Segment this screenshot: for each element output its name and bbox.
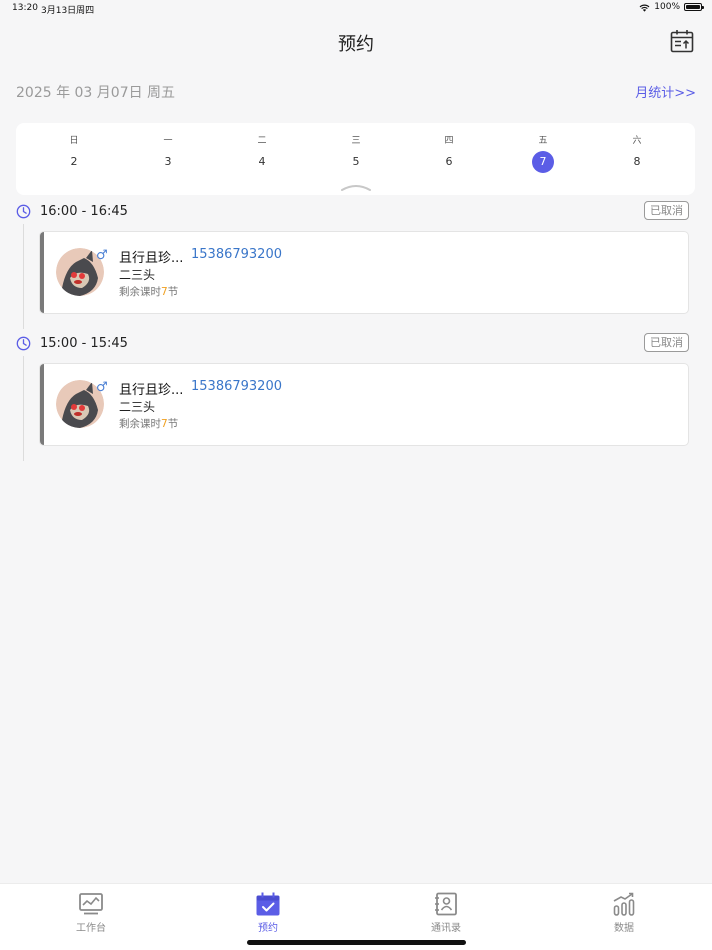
student-name: 且行且珍...: [119, 383, 184, 398]
weekday-label: 六: [632, 136, 642, 146]
remaining-lessons: 剩余课时7节: [119, 284, 178, 299]
tab-label: 数据: [614, 923, 634, 934]
time-row: 16:00 - 16:45 已取消: [16, 200, 696, 224]
remaining-count: 7: [161, 418, 168, 430]
tab-label: 通讯录: [431, 923, 461, 934]
clock-icon: [16, 204, 31, 219]
contacts-icon: [435, 892, 457, 916]
appointment-group: 15:00 - 15:45 已取消 ♂ 且行且珍... 15386793200 …: [16, 332, 696, 462]
male-icon: ♂: [96, 380, 108, 395]
course-name: 二三头: [119, 400, 156, 414]
time-range: 15:00 - 15:45: [40, 336, 128, 351]
weekday-label: 五: [538, 136, 548, 146]
timeline-line: [23, 224, 24, 329]
page-title: 预约: [338, 34, 374, 55]
timeline-line: [23, 356, 24, 461]
expand-calendar-handle[interactable]: [341, 183, 371, 191]
remaining-suffix: 节: [167, 418, 179, 430]
remaining-suffix: 节: [167, 286, 179, 298]
selected-date: 2025 年 03 月07日 周五: [16, 85, 176, 101]
day-number: 6: [445, 155, 453, 168]
status-badge: 已取消: [644, 333, 689, 352]
weekday-label: 三: [351, 136, 361, 146]
week-day-tue[interactable]: 二 4: [214, 123, 310, 195]
clock-icon: [16, 336, 31, 351]
status-badge: 已取消: [644, 201, 689, 220]
header: 预约: [0, 16, 712, 68]
home-indicator: [247, 940, 466, 945]
week-calendar: 日 2 一 3 二 4 三 5 四 6 五 7 六 8: [16, 123, 695, 195]
remaining-count: 7: [161, 286, 168, 298]
week-day-thu[interactable]: 四 6: [401, 123, 497, 195]
week-day-fri[interactable]: 五 7: [495, 123, 591, 195]
student-phone[interactable]: 15386793200: [191, 247, 282, 262]
day-number: 7: [532, 151, 554, 173]
tab-contacts[interactable]: 通讯录: [406, 892, 486, 936]
appointment-group: 16:00 - 16:45 已取消 ♂ 且行且珍... 15386793200 …: [16, 200, 696, 330]
time-row: 15:00 - 15:45 已取消: [16, 332, 696, 356]
bar-chart-icon: [613, 892, 635, 916]
calendar-check-icon: [256, 892, 280, 916]
student-name: 且行且珍...: [119, 251, 184, 266]
date-row: 2025 年 03 月07日 周五 月统计>>: [16, 80, 696, 104]
day-number: 8: [633, 155, 641, 168]
day-number: 5: [352, 155, 360, 168]
wifi-icon: [639, 4, 650, 12]
status-time: 13:20: [12, 3, 38, 13]
appointment-card[interactable]: ♂ 且行且珍... 15386793200 二三头 剩余课时7节: [39, 363, 689, 446]
battery-level: [686, 5, 700, 9]
appointment-card[interactable]: ♂ 且行且珍... 15386793200 二三头 剩余课时7节: [39, 231, 689, 314]
week-day-sat[interactable]: 六 8: [589, 123, 685, 195]
tab-label: 工作台: [76, 923, 106, 934]
weekday-label: 二: [257, 136, 267, 146]
remaining-prefix: 剩余课时: [119, 418, 161, 430]
status-bar: 13:20 3月13日周四 100%: [0, 0, 712, 16]
card-accent-bar: [40, 232, 44, 313]
course-name: 二三头: [119, 268, 156, 282]
battery-icon: [684, 3, 704, 11]
tab-workbench[interactable]: 工作台: [51, 892, 131, 936]
status-right: 100%: [639, 2, 704, 12]
week-day-sun[interactable]: 日 2: [26, 123, 122, 195]
tab-label: 预约: [258, 923, 278, 934]
day-number: 3: [164, 155, 172, 168]
week-day-mon[interactable]: 一 3: [120, 123, 216, 195]
remaining-lessons: 剩余课时7节: [119, 416, 178, 431]
day-number: 2: [70, 155, 78, 168]
remaining-prefix: 剩余课时: [119, 286, 161, 298]
tab-data[interactable]: 数据: [584, 892, 664, 936]
weekday-label: 一: [163, 136, 173, 146]
month-stats-link[interactable]: 月统计>>: [635, 82, 696, 101]
weekday-label: 日: [69, 136, 79, 146]
status-date: 3月13日周四: [41, 6, 95, 16]
male-icon: ♂: [96, 248, 108, 263]
student-phone[interactable]: 15386793200: [191, 379, 282, 394]
monitor-chart-icon: [79, 893, 103, 915]
card-accent-bar: [40, 364, 44, 445]
time-range: 16:00 - 16:45: [40, 204, 128, 219]
weekday-label: 四: [444, 136, 454, 146]
day-number: 4: [258, 155, 266, 168]
battery-percent: 100%: [654, 2, 680, 12]
calendar-upload-icon[interactable]: [670, 29, 694, 53]
tab-appointments[interactable]: 预约: [228, 892, 308, 936]
